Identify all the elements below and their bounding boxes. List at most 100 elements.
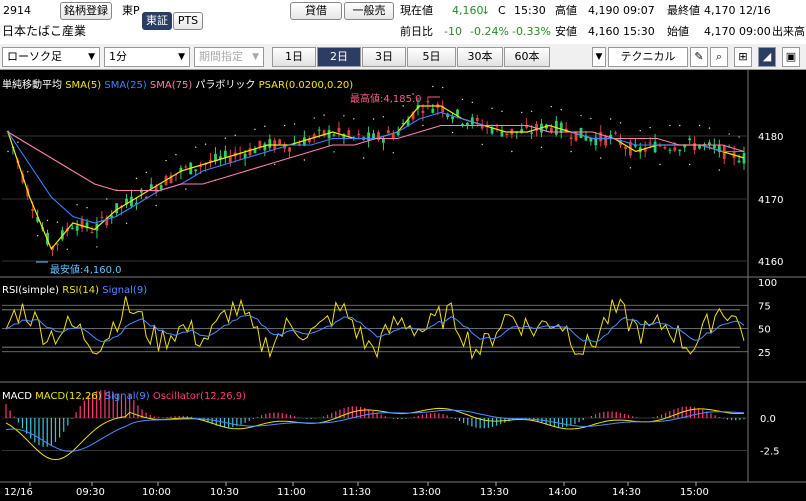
psar-dot: [274, 163, 276, 166]
candle-body: [579, 127, 583, 138]
series-line-sma75: [7, 124, 745, 192]
candle-body: [461, 124, 464, 126]
psar-dot: [145, 171, 148, 174]
candle-body: [599, 132, 603, 142]
prev-change: -10: [444, 25, 462, 38]
rsi-tick-label: 75: [758, 301, 771, 312]
candle-body: [688, 138, 692, 141]
candle-body: [614, 132, 617, 134]
candle-body: [194, 169, 198, 172]
period-60bars-button[interactable]: 60本: [504, 47, 550, 67]
psar-dot: [609, 118, 612, 120]
prev-change-label: 前日比: [400, 25, 433, 38]
interval-select[interactable]: 1分 ▼: [104, 47, 190, 67]
psar-dot: [224, 137, 227, 139]
price-tick-label: 4160: [758, 257, 783, 268]
candle-body: [668, 149, 672, 151]
macd-signal-line: [5, 409, 745, 452]
candle-body: [470, 117, 474, 125]
candle-body: [31, 208, 35, 211]
macd-line: [5, 407, 745, 461]
candle-body: [223, 150, 227, 158]
x-tick-label: 13:00: [412, 487, 441, 498]
period-5d-button[interactable]: 5日: [407, 47, 456, 67]
high-value: 4,190 09:07: [588, 4, 655, 17]
psar-dot: [343, 115, 345, 117]
psar-dot: [204, 143, 207, 145]
psar-dot: [303, 159, 306, 161]
psar-dot: [728, 133, 730, 135]
x-tick-label: 09:30: [76, 487, 105, 498]
low-value: 4,160 15:30: [588, 25, 655, 38]
close-value: 4,170 12/16: [704, 4, 771, 17]
rsi-tick-label: 25: [758, 348, 771, 359]
psar-dot: [36, 234, 39, 237]
chart-grid: [0, 70, 806, 483]
candle-body: [653, 141, 657, 153]
psar-dot: [679, 124, 681, 127]
period-3d-button[interactable]: 3日: [362, 47, 406, 67]
candle-body: [673, 147, 677, 151]
main-legend-title: 単純移動平均: [2, 80, 62, 91]
tab-pts[interactable]: PTS: [173, 12, 203, 30]
low-label: 安値: [555, 25, 577, 38]
area-chart-icon[interactable]: ◢: [758, 47, 776, 67]
tab-tosho[interactable]: 東証: [142, 12, 172, 30]
psar-dot: [718, 169, 721, 171]
close-flag: C: [498, 4, 506, 17]
current-price: 4,160: [452, 4, 484, 17]
candle-body: [268, 139, 272, 148]
psar-dot: [441, 86, 444, 89]
psar-dot: [540, 146, 543, 149]
interval-value: 1分: [109, 50, 127, 63]
pen-icon[interactable]: ✎: [690, 47, 708, 67]
x-tick-label: 11:00: [277, 487, 306, 498]
prev-change-pct: -0.24%: [470, 25, 509, 38]
x-tick-label: 10:00: [142, 487, 171, 498]
zoom-icon[interactable]: ⌕: [710, 47, 728, 67]
candle-body: [500, 131, 504, 137]
candle-body: [228, 157, 232, 163]
candle-body: [604, 135, 608, 146]
header: 2914 銘柄登録 東P 日本たばこ産業 東証 PTS 貸借 一般売 現在値 4…: [0, 0, 806, 44]
macd-line-legend: MACD(12,26): [35, 391, 102, 402]
candle-body: [648, 142, 652, 144]
rsi-legend-title: RSI(simple): [2, 285, 60, 296]
stock-name: 日本たばこ産業: [2, 24, 87, 38]
register-button[interactable]: 銘柄登録: [60, 2, 112, 20]
chart-type-select[interactable]: ローソク足 ▼: [2, 47, 100, 67]
candle-body: [737, 160, 741, 163]
technical-button[interactable]: テクニカル: [608, 47, 688, 67]
kashishaku-button[interactable]: 貸借: [290, 2, 342, 20]
candle-body: [100, 216, 104, 218]
psar-dot: [254, 128, 256, 131]
period-30bars-button[interactable]: 30本: [457, 47, 503, 67]
psar-dot: [550, 105, 553, 108]
grid-icon[interactable]: ⊞: [734, 47, 752, 67]
chevron-down-icon: ▼: [252, 52, 259, 62]
chevron-down-icon[interactable]: ▼: [592, 47, 606, 67]
period-2d-button[interactable]: 2日: [317, 47, 361, 67]
other-change-pct: -0.33%: [512, 25, 551, 38]
period-1d-button[interactable]: 1日: [272, 47, 316, 67]
x-tick-label: 15:00: [680, 487, 709, 498]
candle-body: [386, 130, 390, 134]
macd-osc-legend: Oscillator(12,26,9): [152, 391, 247, 402]
sma5-legend: SMA(5): [65, 80, 102, 91]
period-value: 期間指定: [199, 50, 243, 63]
high-label: 高値: [555, 4, 577, 17]
psar-dot: [481, 143, 483, 146]
period-select[interactable]: 期間指定 ▼: [194, 47, 264, 67]
candle-body: [347, 130, 351, 136]
psar-dot: [560, 108, 562, 111]
ippanuri-button[interactable]: 一般売: [344, 2, 394, 20]
psar-dot: [175, 153, 177, 156]
current-time: 15:30: [514, 4, 546, 17]
save-icon[interactable]: ▣: [782, 47, 800, 67]
candle-body: [357, 133, 361, 136]
candle-body: [431, 108, 435, 113]
psar-dot: [56, 221, 59, 223]
candle-body: [80, 219, 84, 229]
psar-dot: [165, 159, 167, 162]
series-line-sma25: [7, 111, 744, 224]
